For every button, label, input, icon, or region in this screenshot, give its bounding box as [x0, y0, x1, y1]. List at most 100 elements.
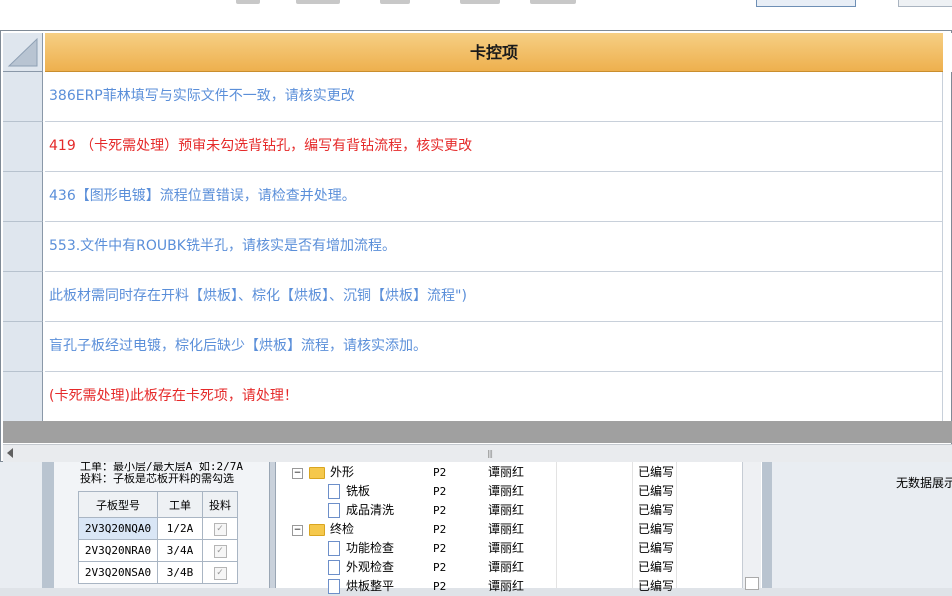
tree-person: 谭丽红	[488, 541, 525, 555]
folder-icon	[309, 524, 325, 536]
tree-row-folder[interactable]: − 外形 P2 谭丽红 已编写	[276, 463, 756, 482]
tree-node-label: 功能检查	[346, 541, 395, 555]
check-item-cell[interactable]: 419 （卡死需处理）预审未勾选背钻孔，编写有背钻流程，核实更改	[45, 122, 943, 172]
feed-checkbox[interactable]: ✓	[213, 523, 227, 536]
header-feed: 投料	[202, 491, 238, 518]
header-filler	[943, 33, 952, 72]
document-icon	[328, 503, 340, 518]
collapse-toggle-icon[interactable]: −	[292, 468, 303, 479]
grid-row[interactable]: (卡死需处理)此板存在卡死项，请处理！	[3, 372, 952, 422]
check-item-cell[interactable]: 436【图形电镀】流程位置错误，请检查并处理。	[45, 172, 943, 222]
grid-header: 卡控项	[3, 33, 952, 72]
tree-code: P2	[433, 561, 447, 574]
tree-person: 谭丽红	[488, 579, 525, 593]
header-model: 子板型号	[78, 491, 158, 518]
background-application: 工单：最小层/最大层A 如:2/7A 投料：子板是芯板开料的需勾选 子板型号 工…	[0, 455, 952, 594]
row-header[interactable]	[3, 272, 43, 322]
collapse-toggle-icon[interactable]: −	[292, 525, 303, 536]
scrollbar-thumb[interactable]	[745, 577, 759, 590]
row-header[interactable]	[3, 372, 43, 422]
left-frame	[42, 455, 54, 588]
tree-row-folder[interactable]: − 终检 P2 谭丽红 已编写	[276, 520, 756, 539]
info-line-feed: 投料：子板是芯板开料的需勾选	[80, 473, 234, 485]
cell-order[interactable]: 3/4B	[157, 561, 203, 584]
cell-model[interactable]: 2V3Q20NSA0	[78, 561, 158, 584]
folder-icon	[309, 467, 325, 479]
tree-person: 谭丽红	[488, 503, 525, 517]
sub-board-table: 子板型号 工单 投料 2V3Q20NQA0 1/2A ✓ 2V3Q20NRA0 …	[78, 491, 238, 584]
row-header[interactable]	[3, 72, 43, 122]
row-header[interactable]	[3, 122, 43, 172]
tree-node-label: 终检	[330, 522, 355, 536]
grid-row[interactable]: 553.文件中有ROUBK铣半孔，请核实是否有增加流程。	[3, 222, 952, 272]
title-fragment	[296, 0, 340, 4]
table-row[interactable]: 2V3Q20NQA0 1/2A ✓	[78, 517, 238, 540]
check-item-cell[interactable]: 盲孔子板经过电镀，棕化后缺少【烘板】流程，请核实添加。	[45, 322, 943, 372]
info-line-order: 工单：最小层/最大层A 如:2/7A	[80, 461, 243, 473]
grid-row[interactable]: 386ERP菲林填写与实际文件不一致，请核实更改	[3, 72, 952, 122]
tree-node-label: 外形	[330, 465, 355, 479]
parent-button[interactable]	[756, 0, 856, 7]
corner-triangle-icon	[7, 37, 38, 67]
table-row[interactable]: 2V3Q20NRA0 3/4A ✓	[78, 539, 238, 562]
tree-code: P2	[433, 542, 447, 555]
select-all-corner[interactable]	[3, 33, 43, 72]
document-icon	[328, 579, 340, 594]
info-text: 工单：最小层/最大层A 如:2/7A 投料：子板是芯板开料的需勾选	[80, 461, 265, 485]
title-fragment	[380, 0, 410, 4]
column-header-check-item[interactable]: 卡控项	[45, 33, 943, 72]
check-item-cell[interactable]: 386ERP菲林填写与实际文件不一致，请核实更改	[45, 72, 943, 122]
grid-row[interactable]: 盲孔子板经过电镀，棕化后缺少【烘板】流程，请核实添加。	[3, 322, 952, 372]
check-item-cell[interactable]: 553.文件中有ROUBK铣半孔，请核实是否有增加流程。	[45, 222, 943, 272]
horizontal-scrollbar[interactable]: |||	[3, 444, 952, 462]
parent-button[interactable]	[898, 0, 952, 7]
header-order: 工单	[157, 491, 203, 518]
cell-order[interactable]: 3/4A	[157, 539, 203, 562]
tree-code: P2	[433, 466, 447, 479]
table-header-row: 子板型号 工单 投料	[78, 491, 238, 518]
check-items-grid: 卡控项 386ERP菲林填写与实际文件不一致，请核实更改 419 （卡死需处理）…	[3, 33, 952, 423]
tree-person: 谭丽红	[488, 484, 525, 498]
feed-checkbox[interactable]: ✓	[213, 545, 227, 558]
cell-feed[interactable]: ✓	[202, 517, 238, 540]
tree-node-label: 成品清洗	[346, 503, 395, 517]
tree-code: P2	[433, 485, 447, 498]
tree-row-doc[interactable]: 功能检查 P2 谭丽红 已编写	[276, 539, 756, 558]
table-row[interactable]: 2V3Q20NSA0 3/4B ✓	[78, 561, 238, 584]
tree-code: P2	[433, 523, 447, 536]
scrollbar-grip-icon[interactable]: |||	[487, 449, 493, 458]
tree-status: 已编写	[638, 465, 675, 479]
tree-person: 谭丽红	[488, 465, 525, 479]
tree-row-doc[interactable]: 烘板整平 P2 谭丽红 已编写	[276, 577, 756, 596]
row-header[interactable]	[3, 322, 43, 372]
title-fragment	[530, 0, 576, 4]
tree-status: 已编写	[638, 503, 675, 517]
cell-model[interactable]: 2V3Q20NRA0	[78, 539, 158, 562]
grid-empty-area	[3, 421, 952, 443]
document-icon	[328, 560, 340, 575]
right-frame	[762, 455, 772, 588]
tree-row-doc[interactable]: 外观检查 P2 谭丽红 已编写	[276, 558, 756, 577]
grid-row[interactable]: 此板材需同时存在开料【烘板】、棕化【烘板】、沉铜【烘板】流程")	[3, 272, 952, 322]
cell-order[interactable]: 1/2A	[157, 517, 203, 540]
title-fragment	[460, 0, 500, 4]
feed-checkbox[interactable]: ✓	[213, 567, 227, 580]
tree-row-doc[interactable]: 铣板 P2 谭丽红 已编写	[276, 482, 756, 501]
grid-row[interactable]: 436【图形电镀】流程位置错误，请检查并处理。	[3, 172, 952, 222]
row-header[interactable]	[3, 172, 43, 222]
cell-feed[interactable]: ✓	[202, 561, 238, 584]
grid-row[interactable]: 419 （卡死需处理）预审未勾选背钻孔，编写有背钻流程，核实更改	[3, 122, 952, 172]
cell-model[interactable]: 2V3Q20NQA0	[78, 517, 158, 540]
tree-node-label: 铣板	[346, 484, 371, 498]
tree-vertical-scrollbar[interactable]	[742, 455, 761, 588]
scroll-left-arrow-icon[interactable]	[7, 448, 13, 458]
tree-code: P2	[433, 504, 447, 517]
parent-window-titlebar	[0, 0, 952, 30]
tree-row-doc[interactable]: 成品清洗 P2 谭丽红 已编写	[276, 501, 756, 520]
check-item-cell[interactable]: 此板材需同时存在开料【烘板】、棕化【烘板】、沉铜【烘板】流程")	[45, 272, 943, 322]
cell-feed[interactable]: ✓	[202, 539, 238, 562]
check-item-cell[interactable]: (卡死需处理)此板存在卡死项，请处理！	[45, 372, 943, 422]
tree-status: 已编写	[638, 541, 675, 555]
row-header[interactable]	[3, 222, 43, 272]
sub-board-panel: 工单：最小层/最大层A 如:2/7A 投料：子板是芯板开料的需勾选 子板型号 工…	[54, 455, 270, 588]
